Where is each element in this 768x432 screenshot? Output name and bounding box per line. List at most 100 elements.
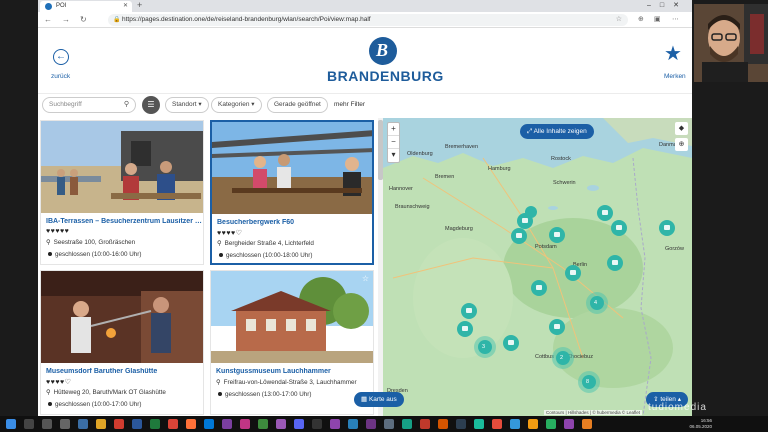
poi-title[interactable]: IBA-Terrassen – Besucherzentrum Lausitze… bbox=[46, 218, 202, 225]
app-icon[interactable] bbox=[402, 419, 412, 429]
map-off-label: Karte aus bbox=[368, 396, 397, 403]
app-icon[interactable] bbox=[456, 419, 466, 429]
standort-dropdown[interactable]: Standort ▾ bbox=[165, 97, 209, 113]
app-icon[interactable] bbox=[528, 419, 538, 429]
forward-arrow-icon[interactable]: → bbox=[62, 14, 70, 26]
app-icon[interactable] bbox=[78, 419, 88, 429]
map-marker[interactable] bbox=[525, 206, 537, 218]
list-view-icon[interactable]: ☰ bbox=[142, 96, 160, 114]
close-tab-icon[interactable]: ✕ bbox=[123, 1, 128, 12]
extension-icon[interactable]: ⊕ bbox=[638, 14, 644, 26]
app-icon[interactable] bbox=[132, 419, 142, 429]
new-tab-icon[interactable]: + bbox=[137, 0, 142, 11]
poi-photo bbox=[41, 121, 203, 213]
back-label[interactable]: zurück bbox=[51, 73, 70, 80]
url-text: https://pages.destination.one/de/reisela… bbox=[122, 16, 371, 23]
app-icon[interactable] bbox=[150, 419, 160, 429]
show-all-button[interactable]: ⤢ Alle Inhalte zeigen bbox=[520, 124, 594, 139]
app-icon[interactable] bbox=[366, 419, 376, 429]
favorite-star-icon[interactable]: ☆ bbox=[362, 274, 369, 283]
poi-address: ⚲ Hütteweg 20, Baruth/Mark OT Glashütte bbox=[46, 389, 166, 396]
cluster-count[interactable]: 2 bbox=[560, 355, 563, 361]
compass-icon[interactable]: ▾ bbox=[388, 149, 399, 162]
poi-card[interactable]: IBA-Terrassen – Besucherzentrum Lausitze… bbox=[40, 120, 204, 265]
app-icon[interactable] bbox=[258, 419, 268, 429]
app-icon[interactable] bbox=[222, 419, 232, 429]
app-icon[interactable] bbox=[312, 419, 322, 429]
cluster-count[interactable]: 4 bbox=[594, 300, 597, 306]
more-filters-link[interactable]: mehr Filter bbox=[334, 97, 365, 113]
zoom-out-icon[interactable]: − bbox=[388, 136, 399, 149]
rating-hearts: ♥♥♥♥♡ bbox=[46, 379, 72, 386]
webcam-overlay bbox=[694, 4, 768, 82]
poi-address-text: Hütteweg 20, Baruth/Mark OT Glashütte bbox=[53, 389, 166, 396]
back-arrow-icon[interactable]: ← bbox=[44, 14, 52, 26]
open-now-button[interactable]: Gerade geöffnet bbox=[267, 97, 328, 113]
edge-icon[interactable] bbox=[204, 419, 214, 429]
lock-icon: 🔒 bbox=[113, 17, 121, 23]
app-icon[interactable] bbox=[438, 419, 448, 429]
poi-address-text: Bergheider Straße 4, Lichterfeld bbox=[224, 240, 314, 247]
app-icon[interactable] bbox=[384, 419, 394, 429]
status-dot-icon bbox=[48, 402, 52, 407]
poi-card[interactable]: ☆ Kunstgussmuseum Lauchhammer ⚲ Freifrau-… bbox=[210, 270, 374, 415]
poi-title[interactable]: Museumsdorf Baruther Glashütte bbox=[46, 368, 202, 375]
app-icon[interactable] bbox=[510, 419, 520, 429]
app-icon[interactable] bbox=[276, 419, 286, 429]
search-icon[interactable] bbox=[24, 419, 34, 429]
watermark: tudiomedia bbox=[648, 402, 707, 413]
window-controls[interactable]: –□✕ bbox=[647, 0, 688, 11]
poi-status-text: geschlossen (10:00-16:00 Uhr) bbox=[55, 251, 142, 258]
poi-card-selected[interactable]: Besucherbergwerk F60 ♥♥♥♥♡ ⚲ Bergheider S… bbox=[210, 120, 374, 265]
reload-icon[interactable]: ↻ bbox=[80, 14, 87, 26]
back-circle-icon[interactable]: ← bbox=[53, 49, 69, 65]
app-icon[interactable] bbox=[60, 419, 70, 429]
collections-icon[interactable]: ▣ bbox=[654, 14, 661, 26]
show-all-label: Alle Inhalte zeigen bbox=[533, 128, 587, 135]
windows-start-icon[interactable] bbox=[6, 419, 16, 429]
map[interactable]: Oldenburg Bremerhaven Hamburg Rostock Br… bbox=[383, 118, 692, 416]
browser-tab[interactable]: POI ✕ bbox=[40, 1, 132, 12]
poi-address: ⚲ Seestraße 100, Großräschen bbox=[46, 239, 135, 246]
poi-title[interactable]: Besucherbergwerk F60 bbox=[217, 219, 372, 226]
merken-label[interactable]: Merken bbox=[664, 73, 686, 80]
app-icon[interactable] bbox=[564, 419, 574, 429]
poi-status-text: geschlossen (10:00-17:00 Uhr) bbox=[55, 401, 142, 408]
clock[interactable]: 16:56 06.05.2020 bbox=[689, 418, 712, 430]
menu-icon[interactable]: ⋯ bbox=[672, 14, 679, 26]
app-icon[interactable] bbox=[348, 419, 358, 429]
logo-text: BRANDENBURG bbox=[327, 68, 444, 84]
poi-card[interactable]: Museumsdorf Baruther Glashütte ♥♥♥♥♡ ⚲ Hü… bbox=[40, 270, 204, 415]
poi-status-text: geschlossen (13:00-17:00 Uhr) bbox=[225, 391, 312, 398]
chrome-icon[interactable] bbox=[168, 419, 178, 429]
app-icon[interactable] bbox=[492, 419, 502, 429]
task-view-icon[interactable] bbox=[42, 419, 52, 429]
search-input[interactable]: Suchbegriff ⚲ bbox=[42, 97, 136, 113]
firefox-icon[interactable] bbox=[186, 419, 196, 429]
zoom-in-icon[interactable]: + bbox=[388, 123, 399, 136]
map-off-button[interactable]: ▦ Karte aus bbox=[354, 392, 404, 407]
layers-icon[interactable]: ◆ bbox=[675, 122, 688, 135]
bookmark-star-icon[interactable]: ☆ bbox=[616, 14, 622, 26]
map-markers bbox=[457, 205, 675, 393]
app-icon[interactable] bbox=[474, 419, 484, 429]
kategorien-dropdown[interactable]: Kategorien ▾ bbox=[211, 97, 262, 113]
app-icon[interactable] bbox=[582, 419, 592, 429]
visual-studio-icon[interactable] bbox=[330, 419, 340, 429]
search-icon[interactable]: ⚲ bbox=[124, 98, 129, 112]
expand-icon: ⤢ bbox=[527, 128, 533, 135]
app-icon[interactable] bbox=[114, 419, 124, 429]
poi-title[interactable]: Kunstgussmuseum Lauchhammer bbox=[216, 368, 372, 375]
poi-address: ⚲ Freifrau-von-Löwendal-Straße 3, Lauchha… bbox=[216, 379, 357, 386]
cluster-count[interactable]: 8 bbox=[586, 379, 589, 385]
merken-star-icon[interactable]: ★ bbox=[664, 44, 682, 64]
app-icon[interactable] bbox=[240, 419, 250, 429]
folder-icon[interactable] bbox=[96, 419, 106, 429]
app-icon[interactable] bbox=[294, 419, 304, 429]
app-icon[interactable] bbox=[546, 419, 556, 429]
locate-icon[interactable]: ⊕ bbox=[675, 138, 688, 151]
cluster-count[interactable]: 3 bbox=[482, 344, 485, 350]
url-field[interactable]: 🔒 https://pages.destination.one/de/reise… bbox=[108, 14, 628, 26]
poi-status: geschlossen (10:00-16:00 Uhr) bbox=[46, 251, 141, 258]
app-icon[interactable] bbox=[420, 419, 430, 429]
